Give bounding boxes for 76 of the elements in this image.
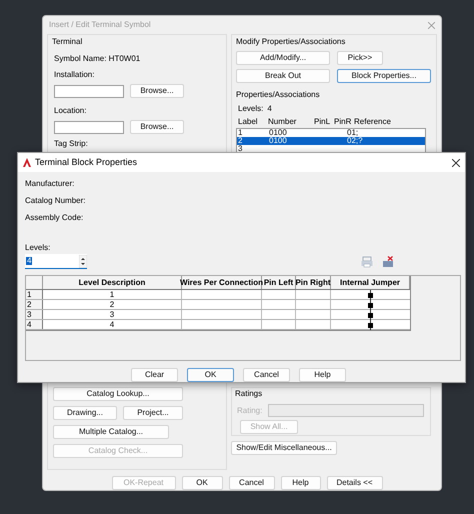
- dialog-button[interactable]: Help: [299, 368, 346, 382]
- browse-button[interactable]: Browse...: [130, 120, 184, 134]
- delete-icon[interactable]: [382, 256, 394, 268]
- location-label: Location:: [54, 106, 86, 115]
- group-heading: Modify Properties/Associations: [236, 38, 346, 46]
- levels-value: 4: [26, 257, 32, 265]
- table-cell[interactable]: 3: [43, 310, 182, 319]
- spinner-arrows-icon[interactable]: [79, 254, 87, 268]
- column-header: Internal Jumper: [331, 276, 410, 289]
- list-cell: 3: [238, 144, 242, 153]
- column-header: Reference: [354, 117, 391, 126]
- list-cell: 2: [238, 136, 242, 145]
- app-logo-icon: [23, 158, 31, 167]
- column-header: Pin Right: [296, 276, 331, 289]
- dialog-button[interactable]: Cancel: [243, 368, 290, 382]
- list-cell: 0100: [269, 128, 287, 137]
- list-cell: 1: [238, 128, 242, 137]
- table-cell[interactable]: 1: [43, 290, 182, 299]
- list-cell: 02;?: [347, 136, 363, 145]
- jumper-icon[interactable]: [368, 300, 373, 310]
- show-miscellaneous-button[interactable]: Show/Edit Miscellaneous...: [231, 441, 337, 455]
- dialog-button[interactable]: Details <<: [326, 476, 382, 490]
- field-label: Catalog Number:: [25, 197, 86, 205]
- list-row[interactable]: 2 0100 02;?: [237, 137, 425, 145]
- location-field[interactable]: [54, 120, 124, 134]
- row-header: 1: [26, 290, 43, 299]
- levels-spinner[interactable]: 4: [25, 254, 87, 269]
- column-header: Number: [268, 117, 296, 126]
- dialog-button[interactable]: Help: [280, 476, 320, 490]
- list-cell: 01;: [347, 128, 358, 137]
- field-label: Assembly Code:: [25, 214, 84, 222]
- action-button[interactable]: Add/Modify...: [236, 51, 330, 65]
- catalog-lookup-button[interactable]: Catalog Lookup...: [53, 387, 183, 401]
- row-header: 4: [26, 320, 43, 329]
- installation-label: Installation:: [54, 70, 94, 79]
- levels-label: Levels:: [238, 105, 264, 113]
- tag-strip-label: Tag Strip:: [54, 139, 88, 148]
- field-label: Manufacturer:: [25, 180, 76, 188]
- drawing-button[interactable]: Drawing...: [53, 406, 117, 420]
- dialog-button[interactable]: OK: [182, 476, 222, 490]
- jumper-icon[interactable]: [368, 310, 373, 320]
- group-heading: Properties/Associations: [236, 90, 320, 99]
- group-heading: Terminal: [52, 38, 84, 46]
- column-header: PinL: [314, 117, 330, 126]
- action-button[interactable]: Pick>>: [337, 51, 383, 65]
- dialog-button[interactable]: Clear: [131, 368, 178, 382]
- symbol-name-label: Symbol Name: HT0W01: [54, 54, 140, 63]
- table-cell[interactable]: 2: [43, 300, 182, 309]
- jumper-icon[interactable]: [368, 290, 373, 300]
- rating-label: Rating:: [237, 406, 262, 414]
- row-header: 3: [26, 310, 43, 319]
- dialog-button[interactable]: Cancel: [228, 476, 274, 490]
- window-title: Insert / Edit Terminal Symbol: [49, 21, 151, 29]
- list-cell: 0100: [269, 136, 287, 145]
- multiple-catalog-button[interactable]: Multiple Catalog...: [53, 425, 169, 439]
- list-row[interactable]: 3: [237, 145, 425, 153]
- row-header: 2: [26, 300, 43, 309]
- window-title: Terminal Block Properties: [35, 158, 138, 167]
- column-header: Label: [238, 117, 258, 126]
- group-heading: Ratings: [235, 390, 264, 398]
- jumper-icon[interactable]: [368, 320, 373, 330]
- column-header: Wires Per Connection: [182, 276, 262, 289]
- levels-label: Levels:: [25, 243, 50, 252]
- installation-field[interactable]: [54, 84, 124, 98]
- associations-list[interactable]: 1 0100 01; 2 0100 02;? 3: [236, 128, 426, 153]
- levels-value: 4: [267, 105, 272, 113]
- action-button[interactable]: Block Properties...: [337, 69, 431, 83]
- list-row[interactable]: 1 0100 01;: [237, 129, 425, 137]
- action-button[interactable]: Break Out: [236, 69, 330, 83]
- column-header: PinR: [334, 117, 352, 126]
- table-cell[interactable]: 4: [43, 320, 182, 329]
- close-icon[interactable]: [452, 158, 460, 166]
- browse-button[interactable]: Browse...: [130, 84, 184, 98]
- dialog-button[interactable]: OK: [187, 368, 234, 382]
- project-button[interactable]: Project...: [123, 406, 183, 420]
- column-header: Pin Left: [262, 276, 296, 289]
